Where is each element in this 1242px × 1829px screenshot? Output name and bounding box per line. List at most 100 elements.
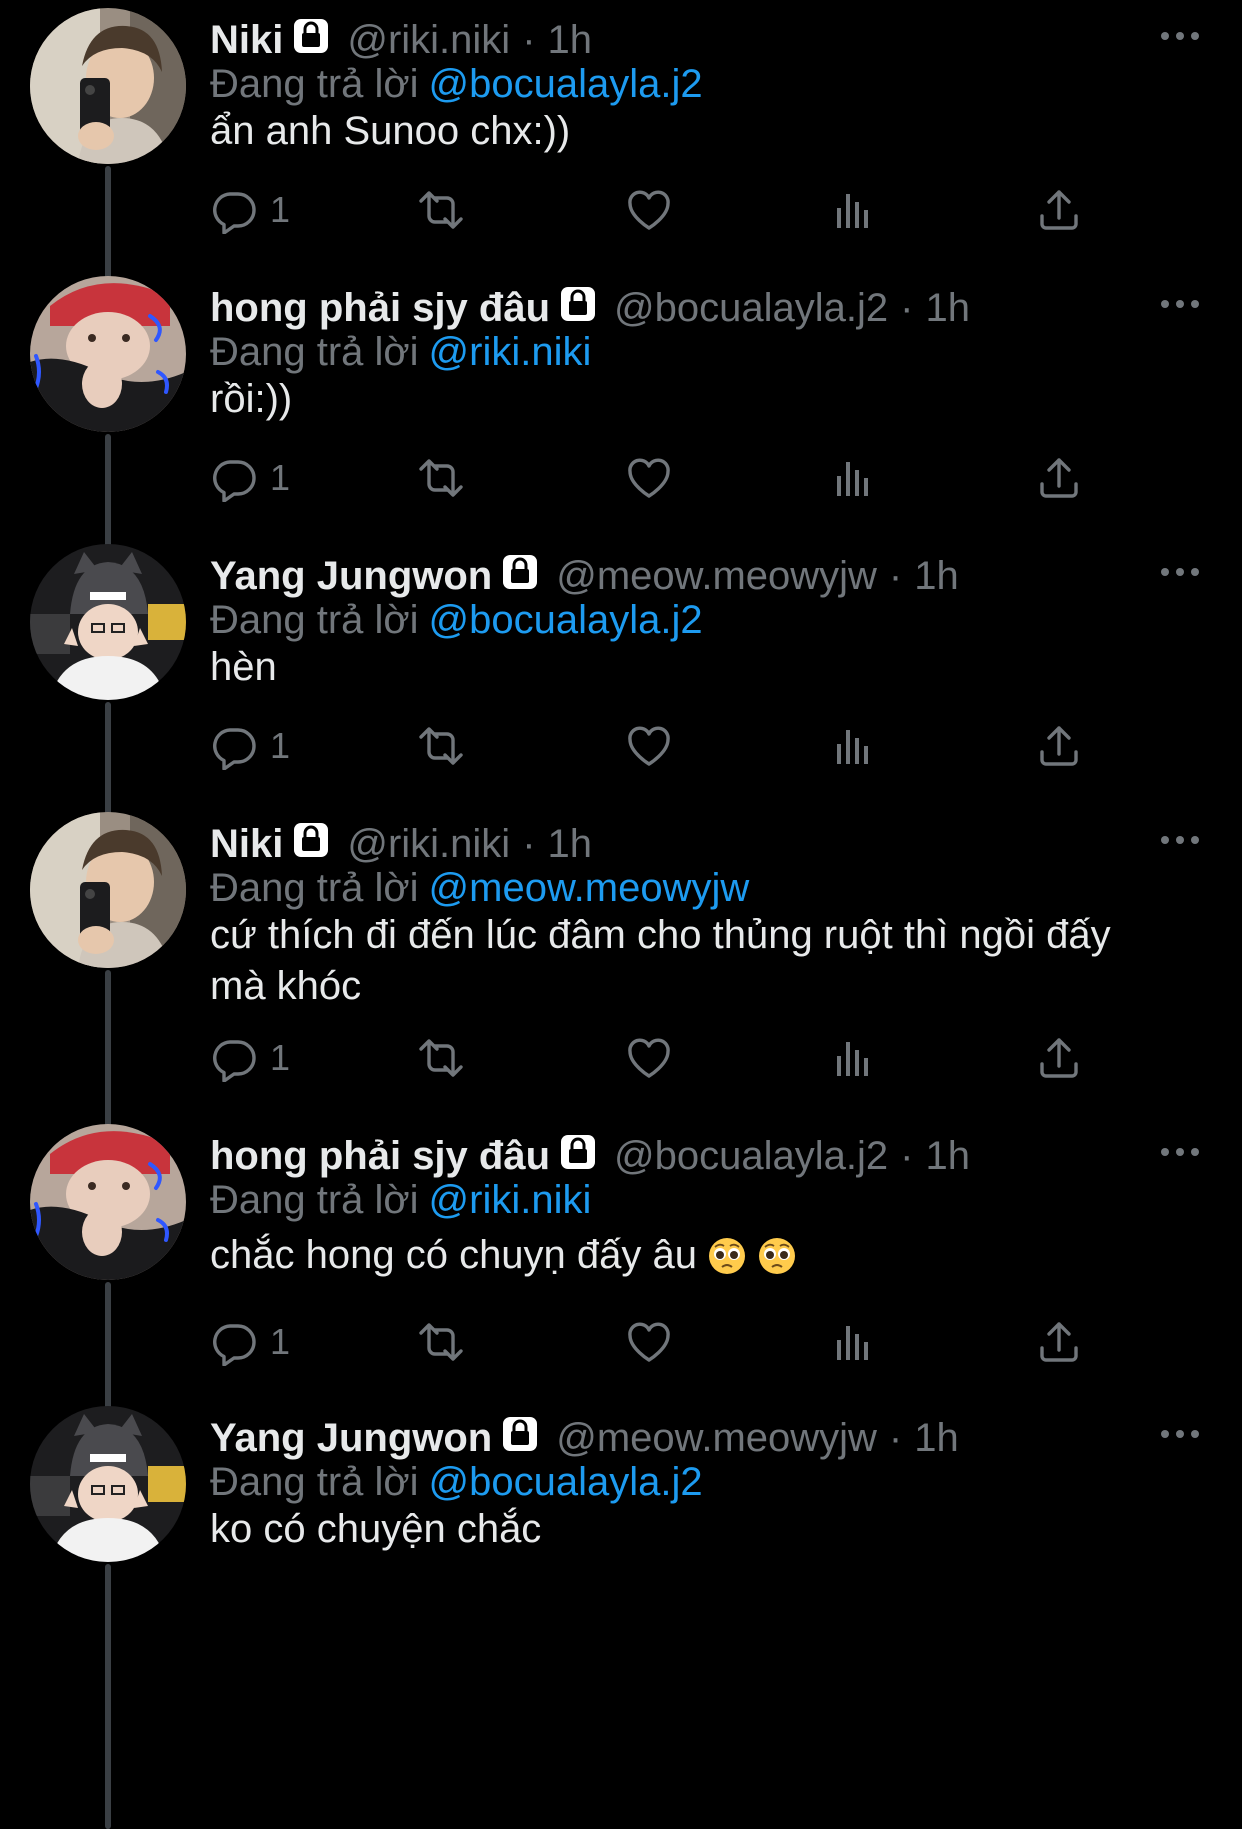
views-icon bbox=[830, 454, 878, 502]
tweet-header: Yang Jungwon @meow.meowyjw · 1h bbox=[210, 1412, 959, 1464]
reply-mention-link[interactable]: @bocualayla.j2 bbox=[429, 598, 703, 642]
timestamp[interactable]: 1h bbox=[548, 18, 593, 63]
tweet[interactable]: Yang Jungwon @meow.meowyjw · 1h Đang trả lời… bbox=[0, 1398, 1242, 1668]
author-name[interactable]: Niki bbox=[210, 18, 283, 63]
separator-dot: · bbox=[522, 17, 536, 62]
lock-icon bbox=[293, 16, 329, 64]
replying-to: Đang trả lời @bocualayla.j2 bbox=[210, 62, 703, 107]
reply-mention-link[interactable]: @bocualayla.j2 bbox=[429, 62, 703, 106]
reply-count: 1 bbox=[270, 1321, 291, 1362]
author-handle[interactable]: @bocualayla.j2 bbox=[614, 1134, 888, 1179]
tweet[interactable]: Yang Jungwon @meow.meowyjw · 1h Đang trả lời… bbox=[0, 536, 1242, 806]
like-button[interactable] bbox=[625, 1312, 673, 1372]
timestamp[interactable]: 1h bbox=[925, 1134, 970, 1179]
retweet-button[interactable] bbox=[415, 448, 467, 508]
tweet[interactable]: Niki @riki.niki · 1h Đang trả lời @bocualayla… bbox=[0, 0, 1242, 270]
like-icon bbox=[625, 454, 673, 502]
share-button[interactable] bbox=[1035, 448, 1083, 508]
views-button[interactable] bbox=[830, 448, 878, 508]
tweet-header: hong phải sjy đâu @bocualayla.j2 · 1h bbox=[210, 282, 970, 334]
tweet-header: hong phải sjy đâu @bocualayla.j2 · 1h bbox=[210, 1130, 970, 1182]
retweet-button[interactable] bbox=[415, 1312, 467, 1372]
tweet-body: chắc hong có chuyṇ đấy âu bbox=[210, 1233, 698, 1277]
author-handle[interactable]: @meow.meowyjw bbox=[556, 554, 877, 599]
avatar-bocualayla[interactable] bbox=[30, 276, 186, 432]
avatar-niki[interactable] bbox=[30, 812, 186, 968]
more-options-icon[interactable] bbox=[1160, 296, 1200, 314]
pleading-face-emoji bbox=[757, 1236, 797, 1289]
author-handle[interactable]: @meow.meowyjw bbox=[556, 1416, 877, 1461]
replying-to-label: Đang trả lời bbox=[210, 598, 419, 642]
retweet-button[interactable] bbox=[415, 180, 467, 240]
views-icon bbox=[830, 186, 878, 234]
tweet-actions: 1 bbox=[210, 180, 1110, 240]
more-options-icon[interactable] bbox=[1160, 1144, 1200, 1162]
reply-button[interactable]: 1 bbox=[210, 1312, 290, 1372]
tweet-body: ẩn anh Sunoo chx:)) bbox=[210, 109, 571, 153]
reply-mention-link[interactable]: @bocualayla.j2 bbox=[429, 1460, 703, 1504]
reply-mention-link[interactable]: @riki.niki bbox=[429, 1178, 592, 1222]
timestamp[interactable]: 1h bbox=[914, 554, 959, 599]
tweet[interactable]: hong phải sjy đâu @bocualayla.j2 · 1h Đang t… bbox=[0, 268, 1242, 538]
more-options-icon[interactable] bbox=[1160, 1426, 1200, 1444]
avatar-bocualayla[interactable] bbox=[30, 1124, 186, 1280]
like-button[interactable] bbox=[625, 448, 673, 508]
lock-icon bbox=[502, 1414, 538, 1462]
reply-button[interactable]: 1 bbox=[210, 1028, 290, 1088]
replying-to: Đang trả lời @bocualayla.j2 bbox=[210, 598, 703, 643]
reply-button[interactable]: 1 bbox=[210, 180, 290, 240]
like-button[interactable] bbox=[625, 180, 673, 240]
reply-count: 1 bbox=[270, 457, 291, 498]
reply-mention-link[interactable]: @meow.meowyjw bbox=[429, 866, 750, 910]
lock-icon bbox=[560, 1132, 596, 1180]
share-button[interactable] bbox=[1035, 180, 1083, 240]
like-button[interactable] bbox=[625, 1028, 673, 1088]
avatar-jungwon[interactable] bbox=[30, 544, 186, 700]
timestamp[interactable]: 1h bbox=[548, 822, 593, 867]
avatar-jungwon[interactable] bbox=[30, 1406, 186, 1562]
replying-to: Đang trả lời @riki.niki bbox=[210, 1178, 591, 1223]
separator-dot: · bbox=[900, 285, 914, 330]
views-button[interactable] bbox=[830, 180, 878, 240]
author-handle[interactable]: @riki.niki bbox=[347, 822, 510, 867]
lock-icon bbox=[502, 552, 538, 600]
retweet-button[interactable] bbox=[415, 1028, 467, 1088]
reply-button[interactable]: 1 bbox=[210, 716, 290, 776]
author-name[interactable]: Yang Jungwon bbox=[210, 554, 492, 599]
like-icon bbox=[625, 186, 673, 234]
separator-dot: · bbox=[522, 821, 536, 866]
tweet[interactable]: hong phải sjy đâu @bocualayla.j2 · 1h Đang t… bbox=[0, 1116, 1242, 1386]
timestamp[interactable]: 1h bbox=[925, 286, 970, 331]
reply-count: 1 bbox=[270, 189, 291, 230]
avatar-niki[interactable] bbox=[30, 8, 186, 164]
more-options-icon[interactable] bbox=[1160, 564, 1200, 582]
views-button[interactable] bbox=[830, 716, 878, 776]
tweet-actions: 1 bbox=[210, 1028, 1110, 1088]
share-button[interactable] bbox=[1035, 1028, 1083, 1088]
author-handle[interactable]: @riki.niki bbox=[347, 18, 510, 63]
like-button[interactable] bbox=[625, 716, 673, 776]
author-name[interactable]: Niki bbox=[210, 822, 283, 867]
share-button[interactable] bbox=[1035, 1312, 1083, 1372]
retweet-icon bbox=[415, 454, 467, 502]
timestamp[interactable]: 1h bbox=[914, 1416, 959, 1461]
more-options-icon[interactable] bbox=[1160, 832, 1200, 850]
separator-dot: · bbox=[888, 1415, 903, 1460]
replying-to-label: Đang trả lời bbox=[210, 1460, 419, 1504]
views-button[interactable] bbox=[830, 1028, 878, 1088]
replying-to-label: Đang trả lời bbox=[210, 866, 419, 910]
reply-button[interactable]: 1 bbox=[210, 448, 290, 508]
reply-icon bbox=[210, 722, 258, 770]
tweet[interactable]: Niki @riki.niki · 1h Đang trả lời @meow.meowy… bbox=[0, 804, 1242, 1082]
retweet-button[interactable] bbox=[415, 716, 467, 776]
more-options-icon[interactable] bbox=[1160, 28, 1200, 46]
views-button[interactable] bbox=[830, 1312, 878, 1372]
reply-mention-link[interactable]: @riki.niki bbox=[429, 330, 592, 374]
author-handle[interactable]: @bocualayla.j2 bbox=[614, 286, 888, 331]
author-name[interactable]: Yang Jungwon bbox=[210, 1416, 492, 1461]
share-icon bbox=[1035, 722, 1083, 770]
share-button[interactable] bbox=[1035, 716, 1083, 776]
author-name[interactable]: hong phải sjy đâu bbox=[210, 286, 550, 331]
replying-to: Đang trả lời @meow.meowyjw bbox=[210, 866, 749, 911]
author-name[interactable]: hong phải sjy đâu bbox=[210, 1134, 550, 1179]
